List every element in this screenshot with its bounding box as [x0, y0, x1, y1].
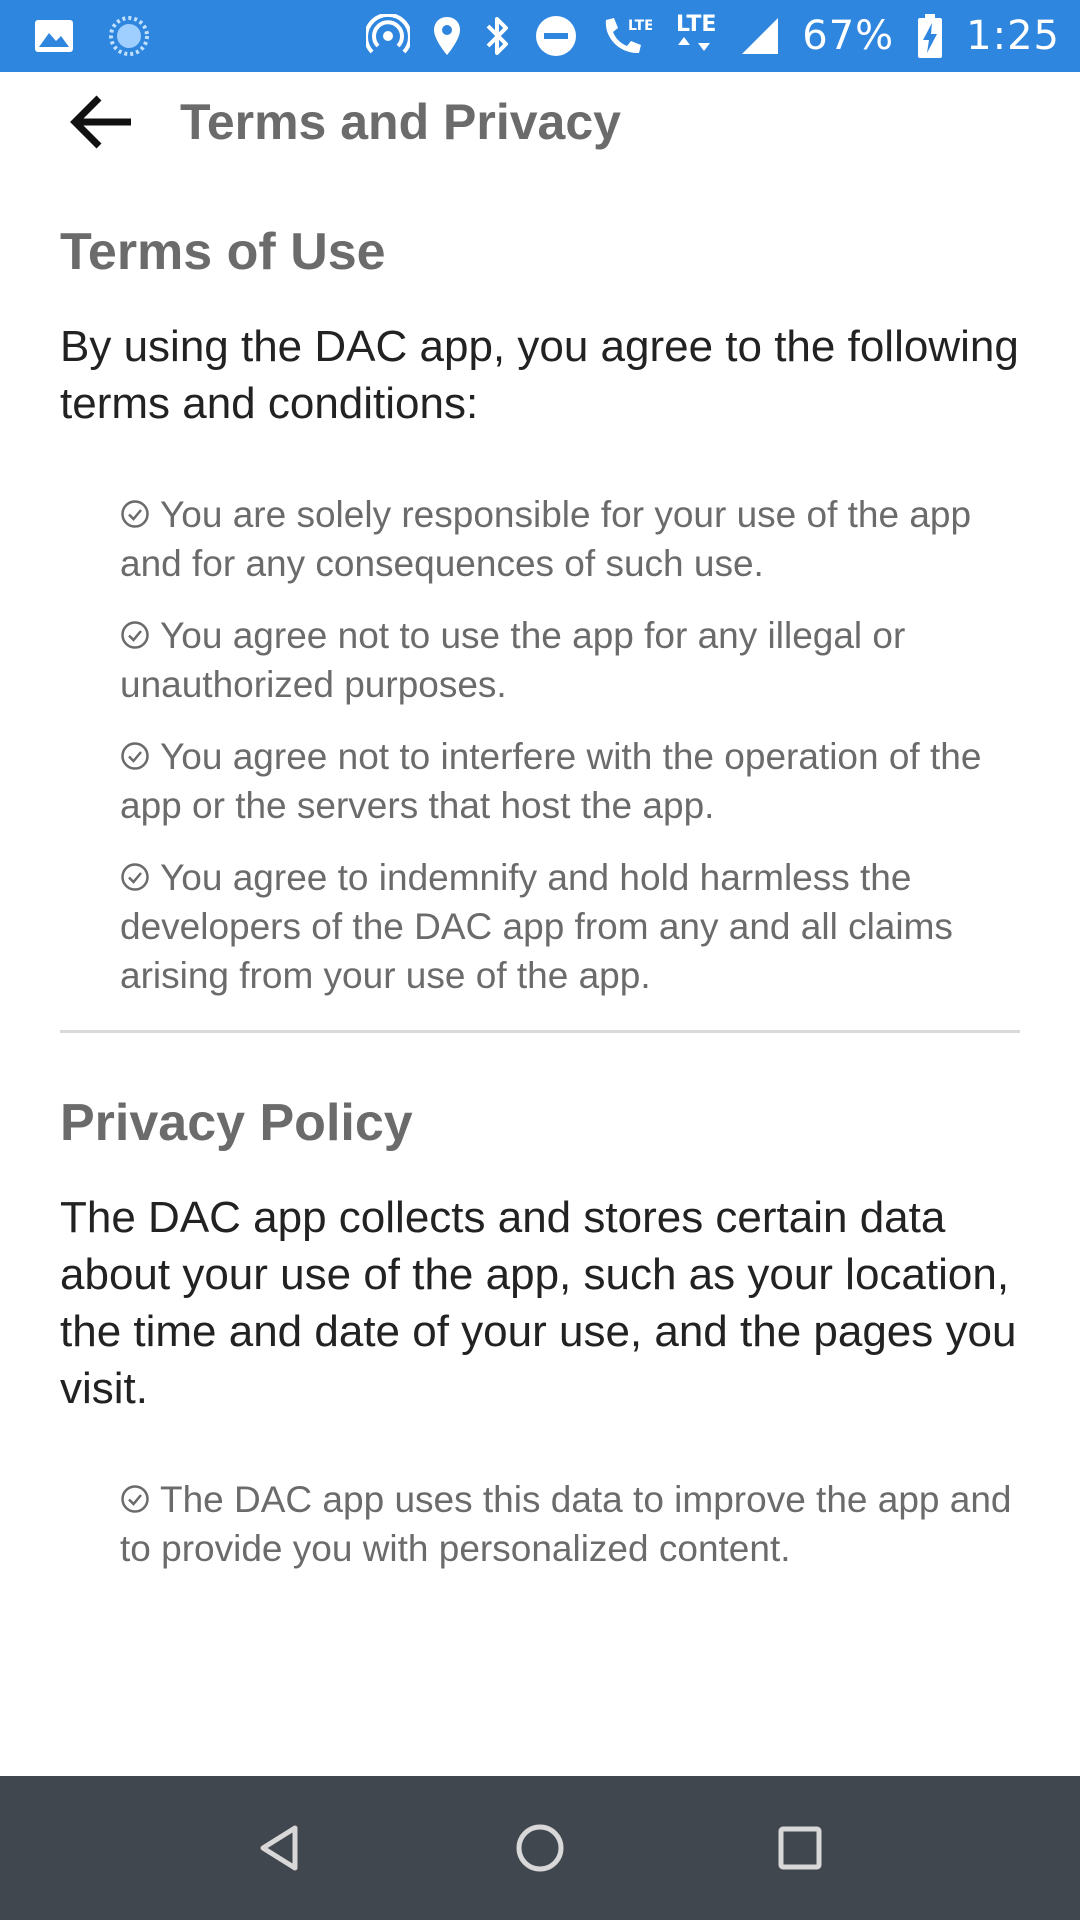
lte-label: LTE — [676, 12, 717, 37]
battery-charging-icon — [916, 13, 944, 59]
list-item: You agree not to use the app for any ill… — [120, 611, 1020, 709]
list-item: The DAC app uses this data to improve th… — [120, 1475, 1020, 1573]
status-bar-right: LTE LTE 67% 1:25 — [366, 13, 1060, 59]
check-circle-icon — [121, 742, 149, 770]
nav-back-button[interactable] — [225, 1793, 335, 1903]
home-nav-icon — [516, 1824, 564, 1872]
page-title: Terms and Privacy — [180, 94, 621, 150]
signal-icon — [740, 16, 780, 56]
back-button[interactable] — [52, 72, 152, 172]
list-item-text: You agree not to use the app for any ill… — [120, 615, 906, 705]
gallery-icon — [34, 19, 74, 53]
list-item-text: The DAC app uses this data to improve th… — [120, 1479, 1012, 1569]
terms-section: Terms of Use By using the DAC app, you a… — [60, 220, 1020, 1000]
location-icon — [432, 15, 462, 57]
privacy-title: Privacy Policy — [60, 1094, 413, 1152]
terms-title: Terms of Use — [60, 223, 386, 281]
list-item: You agree to indemnify and hold harmless… — [120, 853, 1020, 1000]
terms-intro: By using the DAC app, you agree to the f… — [60, 322, 1019, 428]
back-nav-icon — [260, 1825, 298, 1871]
status-bar: LTE LTE 67% 1:25 — [0, 0, 1080, 72]
check-circle-icon — [121, 500, 149, 528]
system-nav-bar — [0, 1776, 1080, 1920]
section-divider — [60, 1030, 1020, 1033]
bluetooth-icon — [484, 14, 512, 58]
battery-percent: 67% — [802, 13, 895, 59]
privacy-list: The DAC app uses this data to improve th… — [60, 1475, 1020, 1573]
terms-list: You are solely responsible for your use … — [60, 490, 1020, 1000]
list-item-text: You agree not to interfere with the oper… — [120, 736, 982, 826]
clock: 1:25 — [966, 13, 1060, 59]
content-scroll-area[interactable]: Terms of Use By using the DAC app, you a… — [60, 172, 1020, 1776]
list-item: You agree not to interfere with the oper… — [120, 732, 1020, 830]
list-item-text: You are solely responsible for your use … — [120, 494, 972, 584]
check-circle-icon — [121, 863, 149, 891]
nav-recents-button[interactable] — [745, 1793, 855, 1903]
back-arrow-icon — [70, 95, 131, 149]
lte-icon: LTE — [674, 12, 718, 57]
recents-nav-icon — [778, 1826, 822, 1870]
privacy-intro: The DAC app collects and stores certain … — [60, 1193, 1017, 1413]
wifi-calling-icon: LTE — [600, 14, 652, 58]
nav-home-button[interactable] — [485, 1793, 595, 1903]
check-circle-icon — [121, 1485, 149, 1513]
list-item-text: You agree to indemnify and hold harmless… — [120, 857, 953, 996]
privacy-section: Privacy Policy The DAC app collects and … — [60, 1091, 1020, 1573]
check-circle-icon — [121, 621, 149, 649]
do-not-disturb-icon — [534, 14, 578, 58]
hotspot-icon — [366, 14, 411, 58]
status-bar-left — [34, 15, 150, 57]
sync-icon — [108, 15, 150, 57]
list-item: You are solely responsible for your use … — [120, 490, 1020, 588]
svg-text:LTE: LTE — [628, 18, 652, 34]
app-header: Terms and Privacy — [0, 72, 1080, 172]
